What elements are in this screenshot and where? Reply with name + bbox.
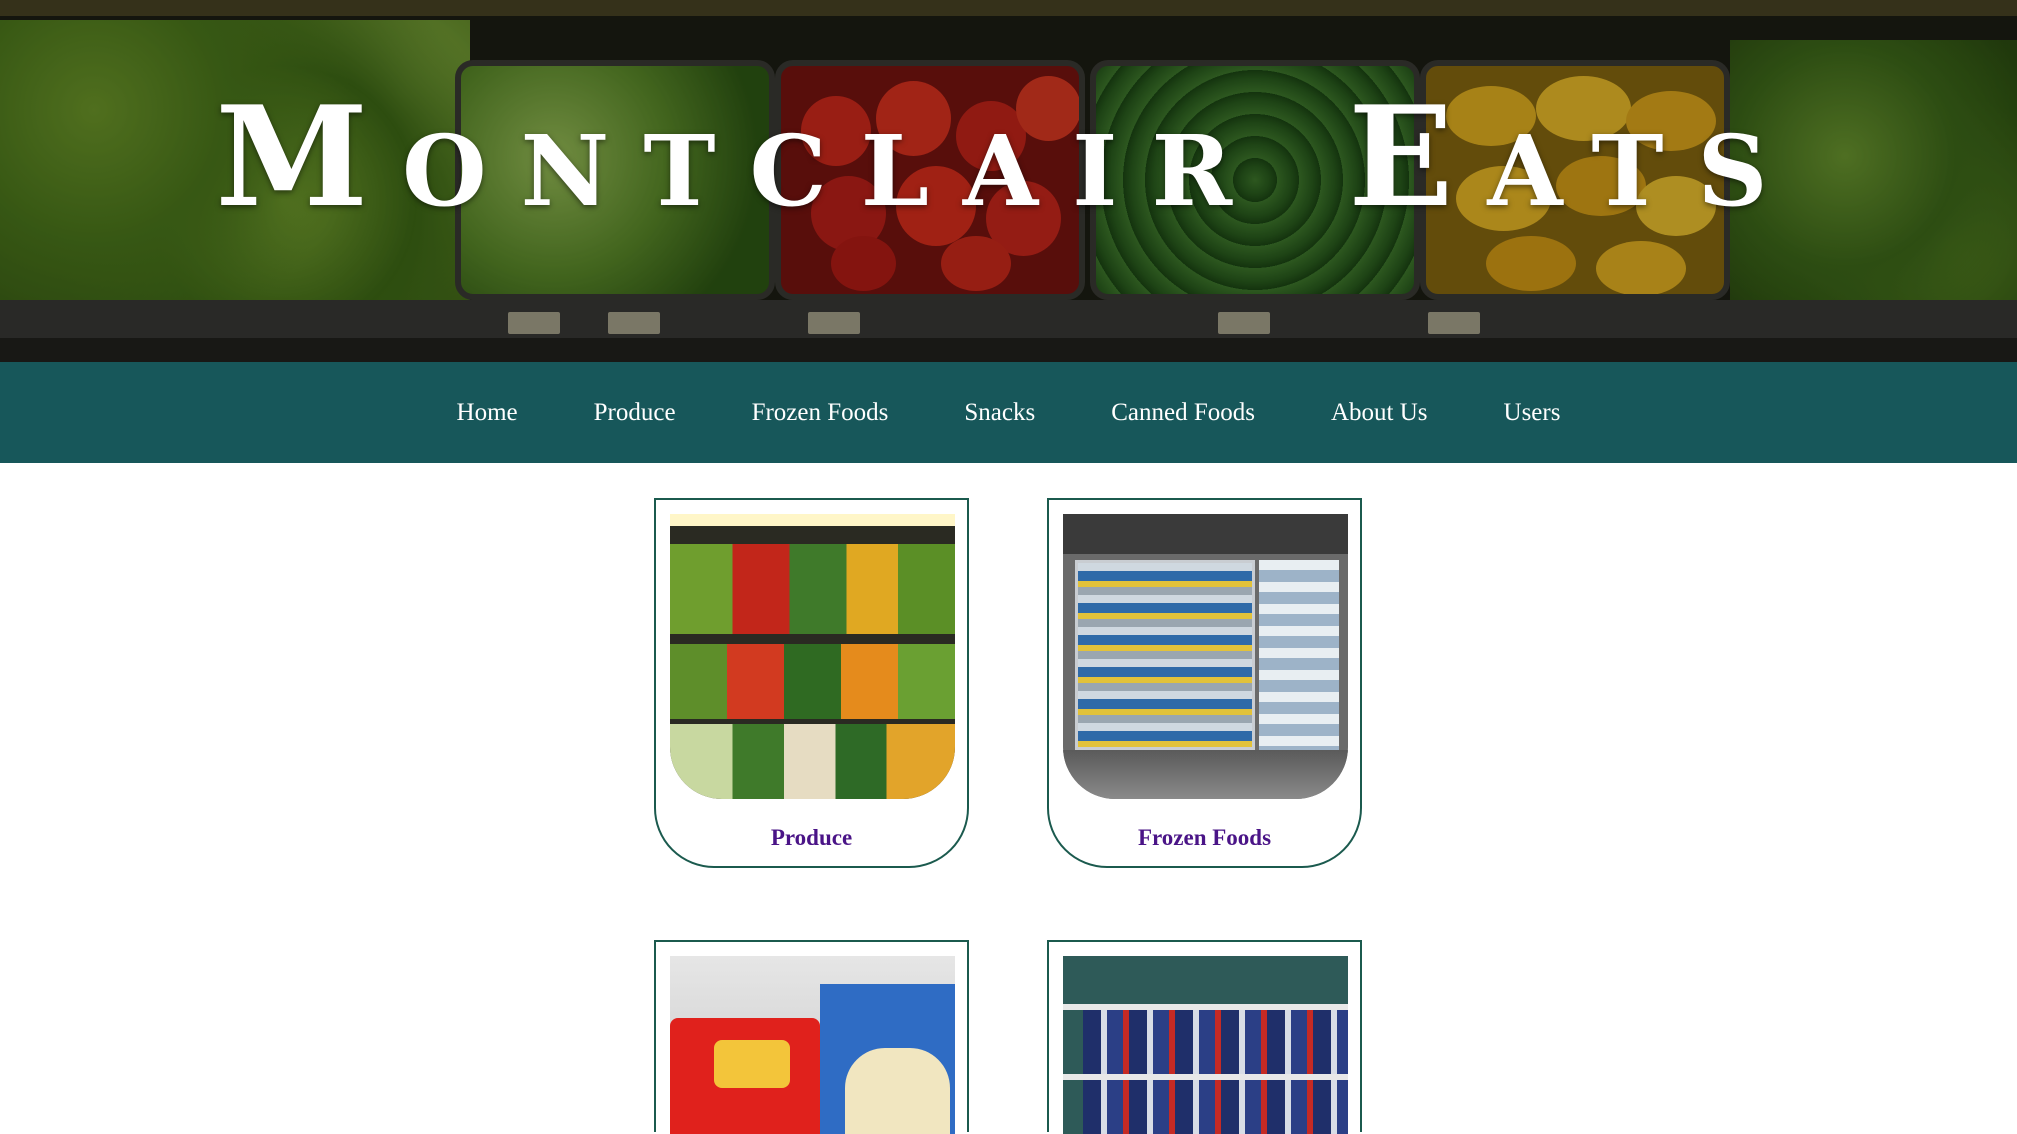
nav-link-users[interactable]: Users <box>1504 399 1561 427</box>
category-card-snacks[interactable] <box>654 940 969 1134</box>
produce-shelf-image <box>670 514 955 799</box>
category-label: Produce <box>770 825 853 850</box>
site-title: Montclair Eats <box>215 75 1802 238</box>
nav-link-home[interactable]: Home <box>457 399 518 427</box>
nav-link-frozen-foods[interactable]: Frozen Foods <box>752 399 889 427</box>
snacks-crackers-image <box>670 956 955 1134</box>
category-label: Frozen Foods <box>1137 825 1272 850</box>
nav-link-snacks[interactable]: Snacks <box>964 399 1035 427</box>
main-nav: Home Produce Frozen Foods Snacks Canned … <box>0 362 2017 463</box>
nav-link-canned-foods[interactable]: Canned Foods <box>1111 399 1255 427</box>
nav-link-produce[interactable]: Produce <box>594 399 676 427</box>
hero-banner: Montclair Eats <box>0 0 2017 362</box>
nav-link-about-us[interactable]: About Us <box>1331 399 1428 427</box>
category-card-frozen-foods[interactable]: Frozen Foods <box>1047 498 1362 868</box>
frozen-aisle-image <box>1063 514 1348 799</box>
category-card-canned-foods[interactable] <box>1047 940 1362 1134</box>
canned-goods-shelf-image <box>1063 956 1348 1134</box>
category-card-produce[interactable]: Produce <box>654 498 969 868</box>
